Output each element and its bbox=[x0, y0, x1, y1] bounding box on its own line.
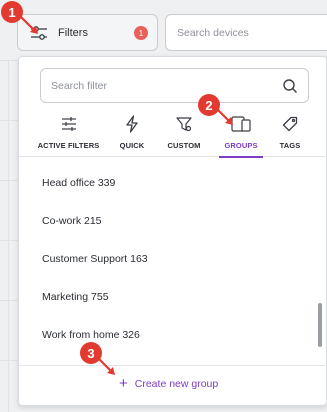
group-item[interactable]: Co-work 215 bbox=[42, 215, 102, 227]
step-arrow-3 bbox=[97, 357, 115, 375]
create-new-group-button[interactable]: + Create new group bbox=[119, 375, 219, 392]
group-item[interactable]: Head office 339 bbox=[42, 177, 115, 189]
filters-label: Filters bbox=[58, 26, 88, 39]
filters-count-badge: 1 bbox=[134, 26, 148, 40]
create-new-group-label: Create new group bbox=[134, 378, 219, 390]
tab-label: TAGS bbox=[279, 141, 301, 150]
groups-list: Head office 339 Co-work 215 Customer Sup… bbox=[19, 160, 319, 365]
tab-label: QUICK bbox=[119, 141, 145, 150]
search-icon[interactable] bbox=[282, 78, 298, 94]
search-devices-input[interactable]: Search devices bbox=[165, 14, 327, 51]
tab-quick[interactable]: QUICK bbox=[118, 109, 146, 157]
tab-label: ACTIVE FILTERS bbox=[37, 141, 100, 150]
tag-icon bbox=[280, 114, 300, 134]
filter-tabs: ACTIVE FILTERS QUICK CUSTOM GROUPS TAGS bbox=[19, 109, 327, 158]
step-arrow-1 bbox=[19, 15, 38, 34]
list-scrollbar[interactable] bbox=[318, 303, 322, 347]
filter-panel: Search filter ACTIVE FILTERS QUICK CUSTO… bbox=[18, 56, 327, 406]
group-item[interactable]: Customer Support 163 bbox=[42, 253, 148, 265]
search-filter-placeholder: Search filter bbox=[51, 79, 108, 92]
tab-tags[interactable]: TAGS bbox=[279, 109, 301, 157]
panel-footer: + Create new group bbox=[19, 365, 327, 405]
tab-active-filters[interactable]: ACTIVE FILTERS bbox=[37, 109, 100, 157]
tab-label: GROUPS bbox=[224, 141, 258, 150]
group-item[interactable]: Work from home 326 bbox=[42, 329, 140, 341]
plus-icon: + bbox=[119, 375, 128, 392]
step-arrow-2 bbox=[215, 107, 233, 125]
lightning-icon bbox=[122, 114, 142, 134]
tab-label: CUSTOM bbox=[167, 141, 201, 150]
custom-filter-icon bbox=[174, 114, 194, 134]
sliders-icon bbox=[59, 114, 79, 134]
tab-custom[interactable]: CUSTOM bbox=[167, 109, 201, 157]
search-filter-input[interactable]: Search filter bbox=[40, 68, 309, 103]
group-item[interactable]: Marketing 755 bbox=[42, 291, 109, 303]
